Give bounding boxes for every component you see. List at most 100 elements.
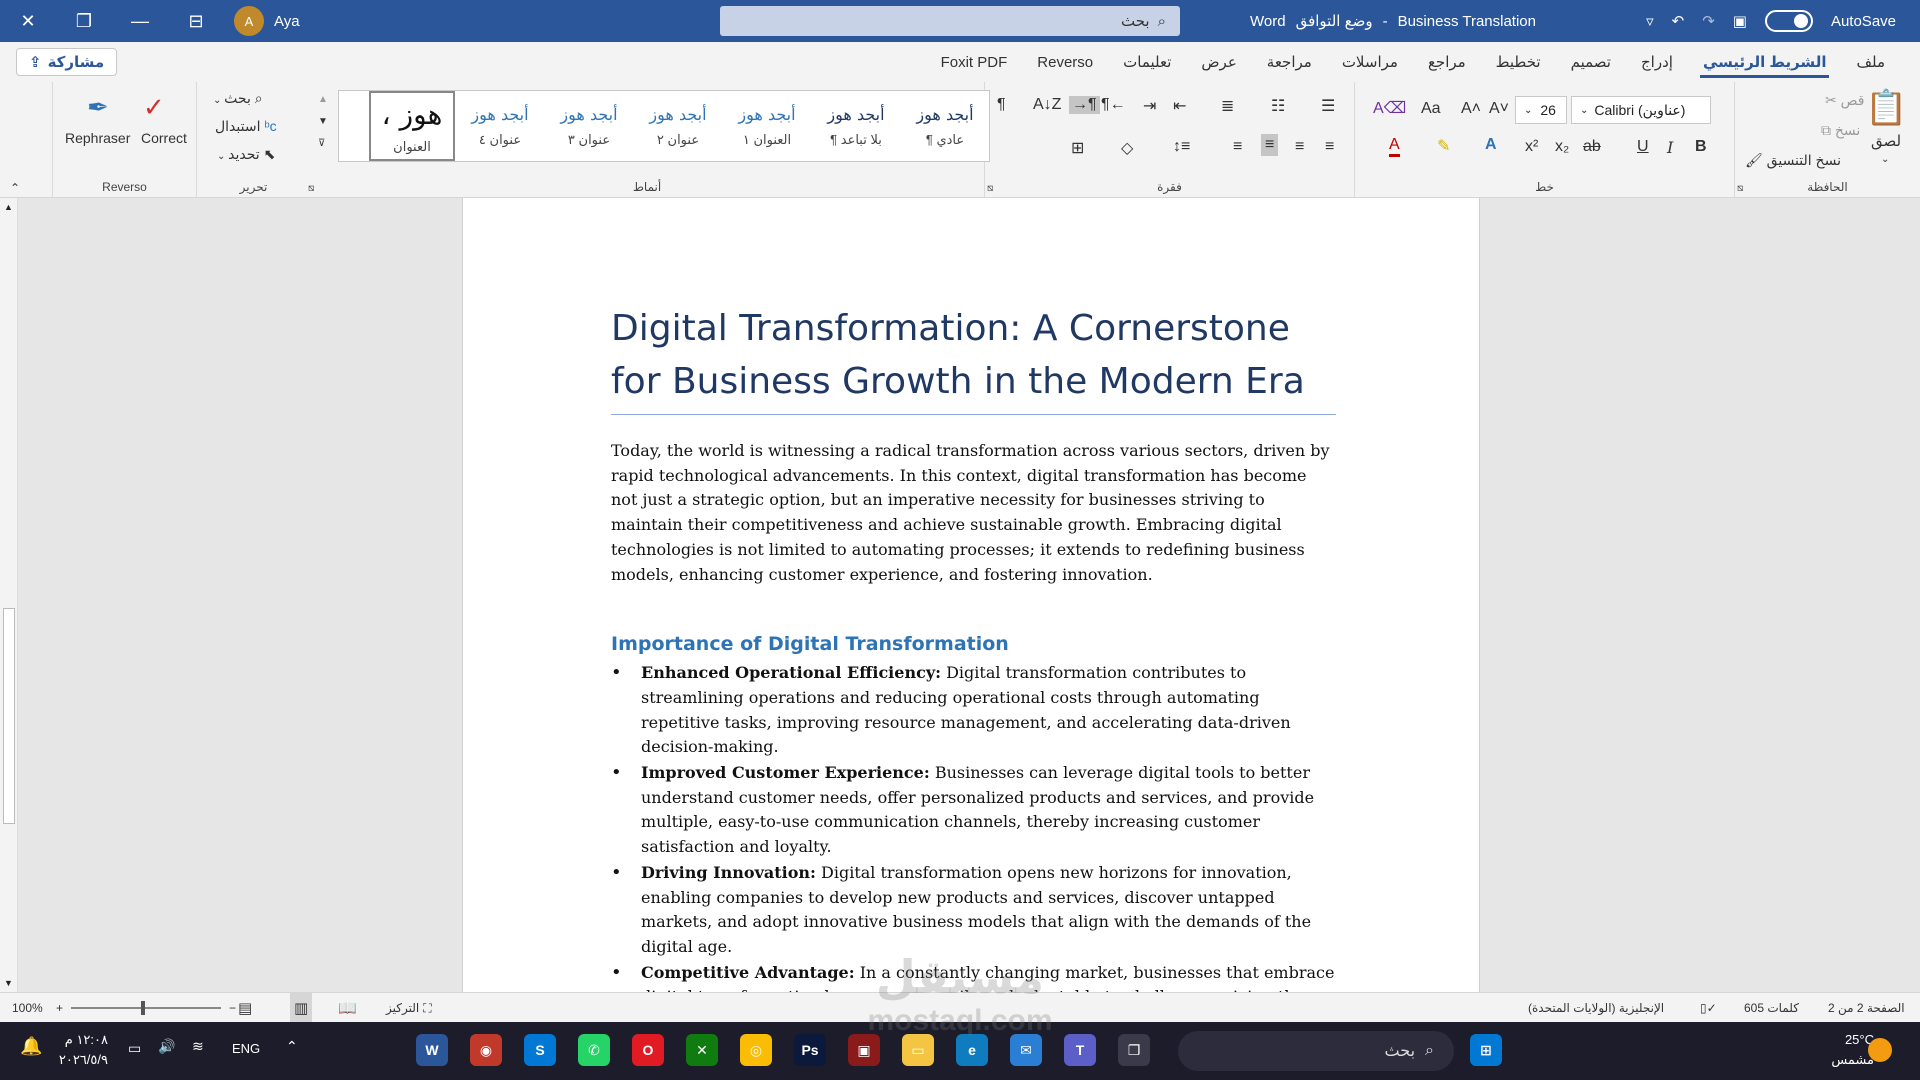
cut-item[interactable]: ✂ قص xyxy=(1825,92,1864,109)
zoom-in-icon[interactable]: + xyxy=(56,1001,63,1015)
redo-icon[interactable]: ↷ xyxy=(1702,12,1715,30)
grow-font-icon[interactable]: A˄ xyxy=(1461,100,1481,118)
share-button[interactable]: ⇪ مشاركة xyxy=(16,48,118,76)
word-icon[interactable]: W xyxy=(416,1034,448,1066)
read-mode-icon[interactable]: 📖 xyxy=(338,993,357,1023)
align-center-icon[interactable]: ≡ xyxy=(1295,138,1304,156)
proofing-icon[interactable]: ▯✓ xyxy=(1700,993,1717,1023)
style-item[interactable]: أبجد هوز عنوان ٣ xyxy=(544,91,633,161)
volume-icon[interactable]: 🔊 xyxy=(158,1038,175,1055)
replace-item[interactable]: استبدال ᵇc xyxy=(215,118,277,135)
tab-10[interactable]: Reverso xyxy=(1022,42,1108,82)
font-color-icon[interactable]: A xyxy=(1389,136,1400,157)
tab-9[interactable]: تعليمات xyxy=(1108,42,1186,82)
start-icon[interactable]: ⊞ xyxy=(1470,1034,1502,1066)
copy-item[interactable]: ⧉ نسخ xyxy=(1821,122,1860,139)
rtl-direction-icon[interactable]: ¶← xyxy=(1101,96,1126,114)
tab-2[interactable]: إدراج xyxy=(1626,42,1688,82)
correct-button[interactable]: Correct xyxy=(141,130,187,146)
word-count[interactable]: 605 كلمات xyxy=(1744,993,1799,1023)
document-page[interactable]: Digital Transformation: A Cornerstone fo… xyxy=(462,198,1480,992)
clipboard-launcher-icon[interactable]: ⧅ xyxy=(1737,183,1743,194)
weather-widget[interactable]: 25°C مشمس xyxy=(1820,1030,1874,1070)
format-painter-item[interactable]: 🖌 نسخ التنسيق xyxy=(1745,152,1841,169)
print-layout-icon[interactable]: ▥ xyxy=(290,993,313,1023)
subscript-button[interactable]: x₂ xyxy=(1555,138,1569,156)
edge-icon[interactable]: e xyxy=(956,1034,988,1066)
zoom-thumb[interactable] xyxy=(141,1001,146,1015)
taskbar-search[interactable]: بحث ⌕ xyxy=(1178,1031,1454,1071)
style-item[interactable]: أبجد هوز ¶ بلا تباعد xyxy=(811,91,900,161)
scroll-up-icon[interactable]: ▲ xyxy=(4,202,13,212)
shading-icon[interactable]: ◇ xyxy=(1121,138,1133,158)
app-maroon-icon[interactable]: ▣ xyxy=(848,1034,880,1066)
bullets-icon[interactable]: ☰ xyxy=(1321,96,1335,116)
style-item[interactable]: أبجد هوز العنوان ١ xyxy=(722,91,811,161)
paragraph-launcher-icon[interactable]: ⧅ xyxy=(987,183,993,194)
tab-5[interactable]: مراجع xyxy=(1413,42,1481,82)
clock[interactable]: ١٢:٠٨ م ٢٠٢٦/٥/٩ xyxy=(52,1030,108,1070)
justify-icon[interactable]: ≡ xyxy=(1233,138,1242,156)
scroll-down-icon[interactable]: ▼ xyxy=(4,978,13,988)
zoom-slider[interactable]: + − xyxy=(56,993,236,1023)
font-name-select[interactable]: ⌄ Calibri (عناوين) xyxy=(1571,96,1711,124)
minimize-button[interactable]: — xyxy=(112,0,168,42)
superscript-button[interactable]: x² xyxy=(1525,138,1538,156)
paste-label[interactable]: لصق xyxy=(1871,132,1901,150)
avatar[interactable]: A xyxy=(234,6,264,36)
clear-formatting-icon[interactable]: A⌫ xyxy=(1373,98,1406,118)
highlight-icon[interactable]: ✎ xyxy=(1437,136,1450,156)
tab-7[interactable]: مراجعة xyxy=(1252,42,1327,82)
save-icon[interactable]: ▣ xyxy=(1733,12,1747,30)
task-view-icon[interactable]: ❐ xyxy=(1118,1034,1150,1066)
autosave-toggle[interactable] xyxy=(1764,10,1813,32)
styles-scroll-up-icon[interactable]: ▲ xyxy=(318,94,328,105)
tab-0[interactable]: ملف xyxy=(1841,42,1900,82)
style-item[interactable]: أبجد هوز عنوان ٢ xyxy=(633,91,722,161)
borders-icon[interactable]: ⊞ xyxy=(1071,138,1084,158)
app-red-icon[interactable]: ◉ xyxy=(470,1034,502,1066)
change-case-icon[interactable]: Aa xyxy=(1421,100,1441,118)
paste-dropdown-icon[interactable]: ⌄ xyxy=(1881,154,1889,165)
increase-indent-icon[interactable]: ⇥ xyxy=(1143,96,1156,116)
decrease-indent-icon[interactable]: ⇤ xyxy=(1173,96,1186,116)
styles-more-icon[interactable]: ⊽ xyxy=(318,138,325,149)
styles-scroll-down-icon[interactable]: ▼ xyxy=(318,116,328,127)
multilevel-list-icon[interactable]: ≣ xyxy=(1221,96,1234,116)
text-effects-icon[interactable]: A xyxy=(1485,136,1497,154)
whatsapp-icon[interactable]: ✆ xyxy=(578,1034,610,1066)
shrink-font-icon[interactable]: A˅ xyxy=(1489,100,1509,118)
paste-icon[interactable]: 📋 xyxy=(1865,88,1907,128)
opera-icon[interactable]: O xyxy=(632,1034,664,1066)
focus-button[interactable]: التركيز ⛶ xyxy=(386,993,432,1023)
style-item[interactable]: أبجد هوز عنوان ٤ xyxy=(455,91,544,161)
file-explorer-icon[interactable]: ▭ xyxy=(902,1034,934,1066)
rephraser-button[interactable]: Rephraser xyxy=(65,130,130,146)
chrome-icon[interactable]: ◎ xyxy=(740,1034,772,1066)
close-button[interactable]: ✕ xyxy=(0,0,56,42)
battery-icon[interactable]: ▭ xyxy=(128,1040,141,1057)
find-item[interactable]: ⌄ بحث ⌕ xyxy=(213,90,263,107)
underline-button[interactable]: U xyxy=(1637,138,1649,156)
ltr-direction-icon[interactable]: →¶ xyxy=(1069,96,1100,114)
strikethrough-button[interactable]: ab xyxy=(1583,138,1601,156)
italic-button[interactable]: I xyxy=(1667,138,1673,157)
vertical-scrollbar[interactable]: ▲ ▼ xyxy=(0,198,18,992)
style-item[interactable]: أبجد هوز ¶ عادي xyxy=(900,91,989,161)
align-right-icon[interactable]: ≡ xyxy=(1325,138,1334,156)
rephraser-icon[interactable]: ✒ xyxy=(87,92,109,123)
tab-6[interactable]: مراسلات xyxy=(1327,42,1413,82)
wifi-icon[interactable]: ≋ xyxy=(192,1038,204,1055)
font-size-select[interactable]: ⌄ 26 xyxy=(1515,96,1567,124)
sort-icon[interactable]: A↓Z xyxy=(1033,96,1061,114)
tab-8[interactable]: عرض xyxy=(1186,42,1251,82)
restore-button[interactable]: ❐ xyxy=(56,0,112,42)
line-spacing-icon[interactable]: ↕≡ xyxy=(1173,138,1190,156)
show-marks-icon[interactable]: ¶ xyxy=(997,96,1006,114)
language-indicator[interactable]: الإنجليزية (الولايات المتحدة) xyxy=(1528,993,1664,1023)
tab-1[interactable]: الشريط الرئيسي xyxy=(1688,42,1842,82)
notification-icon[interactable]: 🔔 xyxy=(20,1036,42,1057)
tab-3[interactable]: تصميم xyxy=(1556,42,1626,82)
search-input[interactable]: بحث ⌕ xyxy=(720,6,1180,36)
zoom-out-icon[interactable]: − xyxy=(229,1001,236,1015)
